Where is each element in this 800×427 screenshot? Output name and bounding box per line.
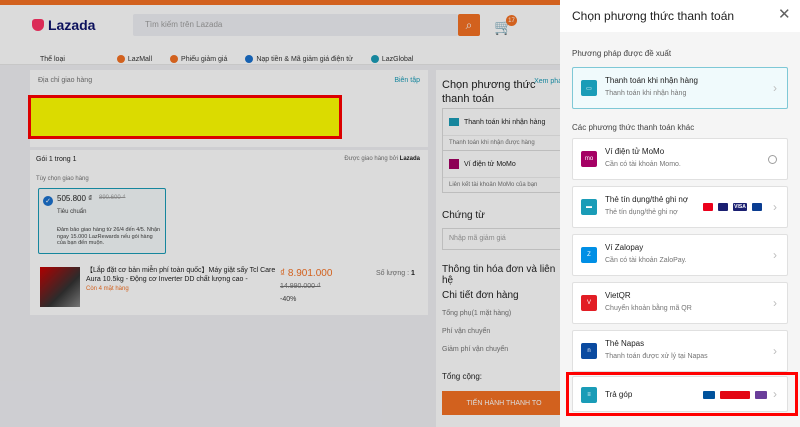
method-vietqr[interactable]: V VietQR Chuyển khoản bằng mã QR ›: [572, 282, 788, 324]
vietqr-icon: V: [581, 295, 597, 311]
method-napas[interactable]: n Thẻ Napas Thanh toán được xử lý tại Na…: [572, 330, 788, 372]
method-zalopay[interactable]: Z Ví Zalopay Cần có tài khoản ZaloPay. ›: [572, 234, 788, 276]
jcb-icon: [718, 203, 728, 211]
modal-backdrop[interactable]: [0, 0, 560, 427]
momo-radio[interactable]: [768, 155, 777, 164]
zalopay-icon: Z: [581, 247, 597, 263]
method-cod[interactable]: ▭ Thanh toán khi nhận hàng Thanh toán kh…: [572, 67, 788, 109]
cash-icon: ▭: [581, 80, 597, 96]
chevron-right-icon: ›: [773, 248, 777, 262]
momo-icon: mo: [581, 151, 597, 167]
payment-method-modal: Chọn phương thức thanh toán ✕ Phương phá…: [560, 0, 800, 427]
modal-title: Chọn phương thức thanh toán: [572, 9, 735, 23]
amex-icon: [752, 203, 762, 211]
chevron-right-icon: ›: [773, 81, 777, 95]
card-icon: ▬: [581, 199, 597, 215]
suggested-methods-label: Phương pháp được đề xuất: [572, 49, 672, 58]
installment-highlight-box: [566, 372, 798, 416]
modal-header: Chọn phương thức thanh toán ✕: [560, 0, 800, 32]
method-momo[interactable]: mo Ví điện tử MoMo Cần có tài khoản Momo…: [572, 138, 788, 180]
other-methods-label: Các phương thức thanh toán khác: [572, 123, 695, 132]
napas-icon: n: [581, 343, 597, 359]
close-icon[interactable]: ✕: [778, 5, 791, 23]
chevron-right-icon: ›: [773, 296, 777, 310]
method-credit-card[interactable]: ▬ Thẻ tín dụng/thẻ ghi nợ Thẻ tín dụng/t…: [572, 186, 788, 228]
mastercard-icon: [703, 203, 713, 211]
chevron-right-icon: ›: [773, 344, 777, 358]
chevron-right-icon: ›: [773, 200, 777, 214]
card-brand-logos: VISA: [703, 203, 762, 211]
visa-icon: VISA: [733, 203, 747, 211]
